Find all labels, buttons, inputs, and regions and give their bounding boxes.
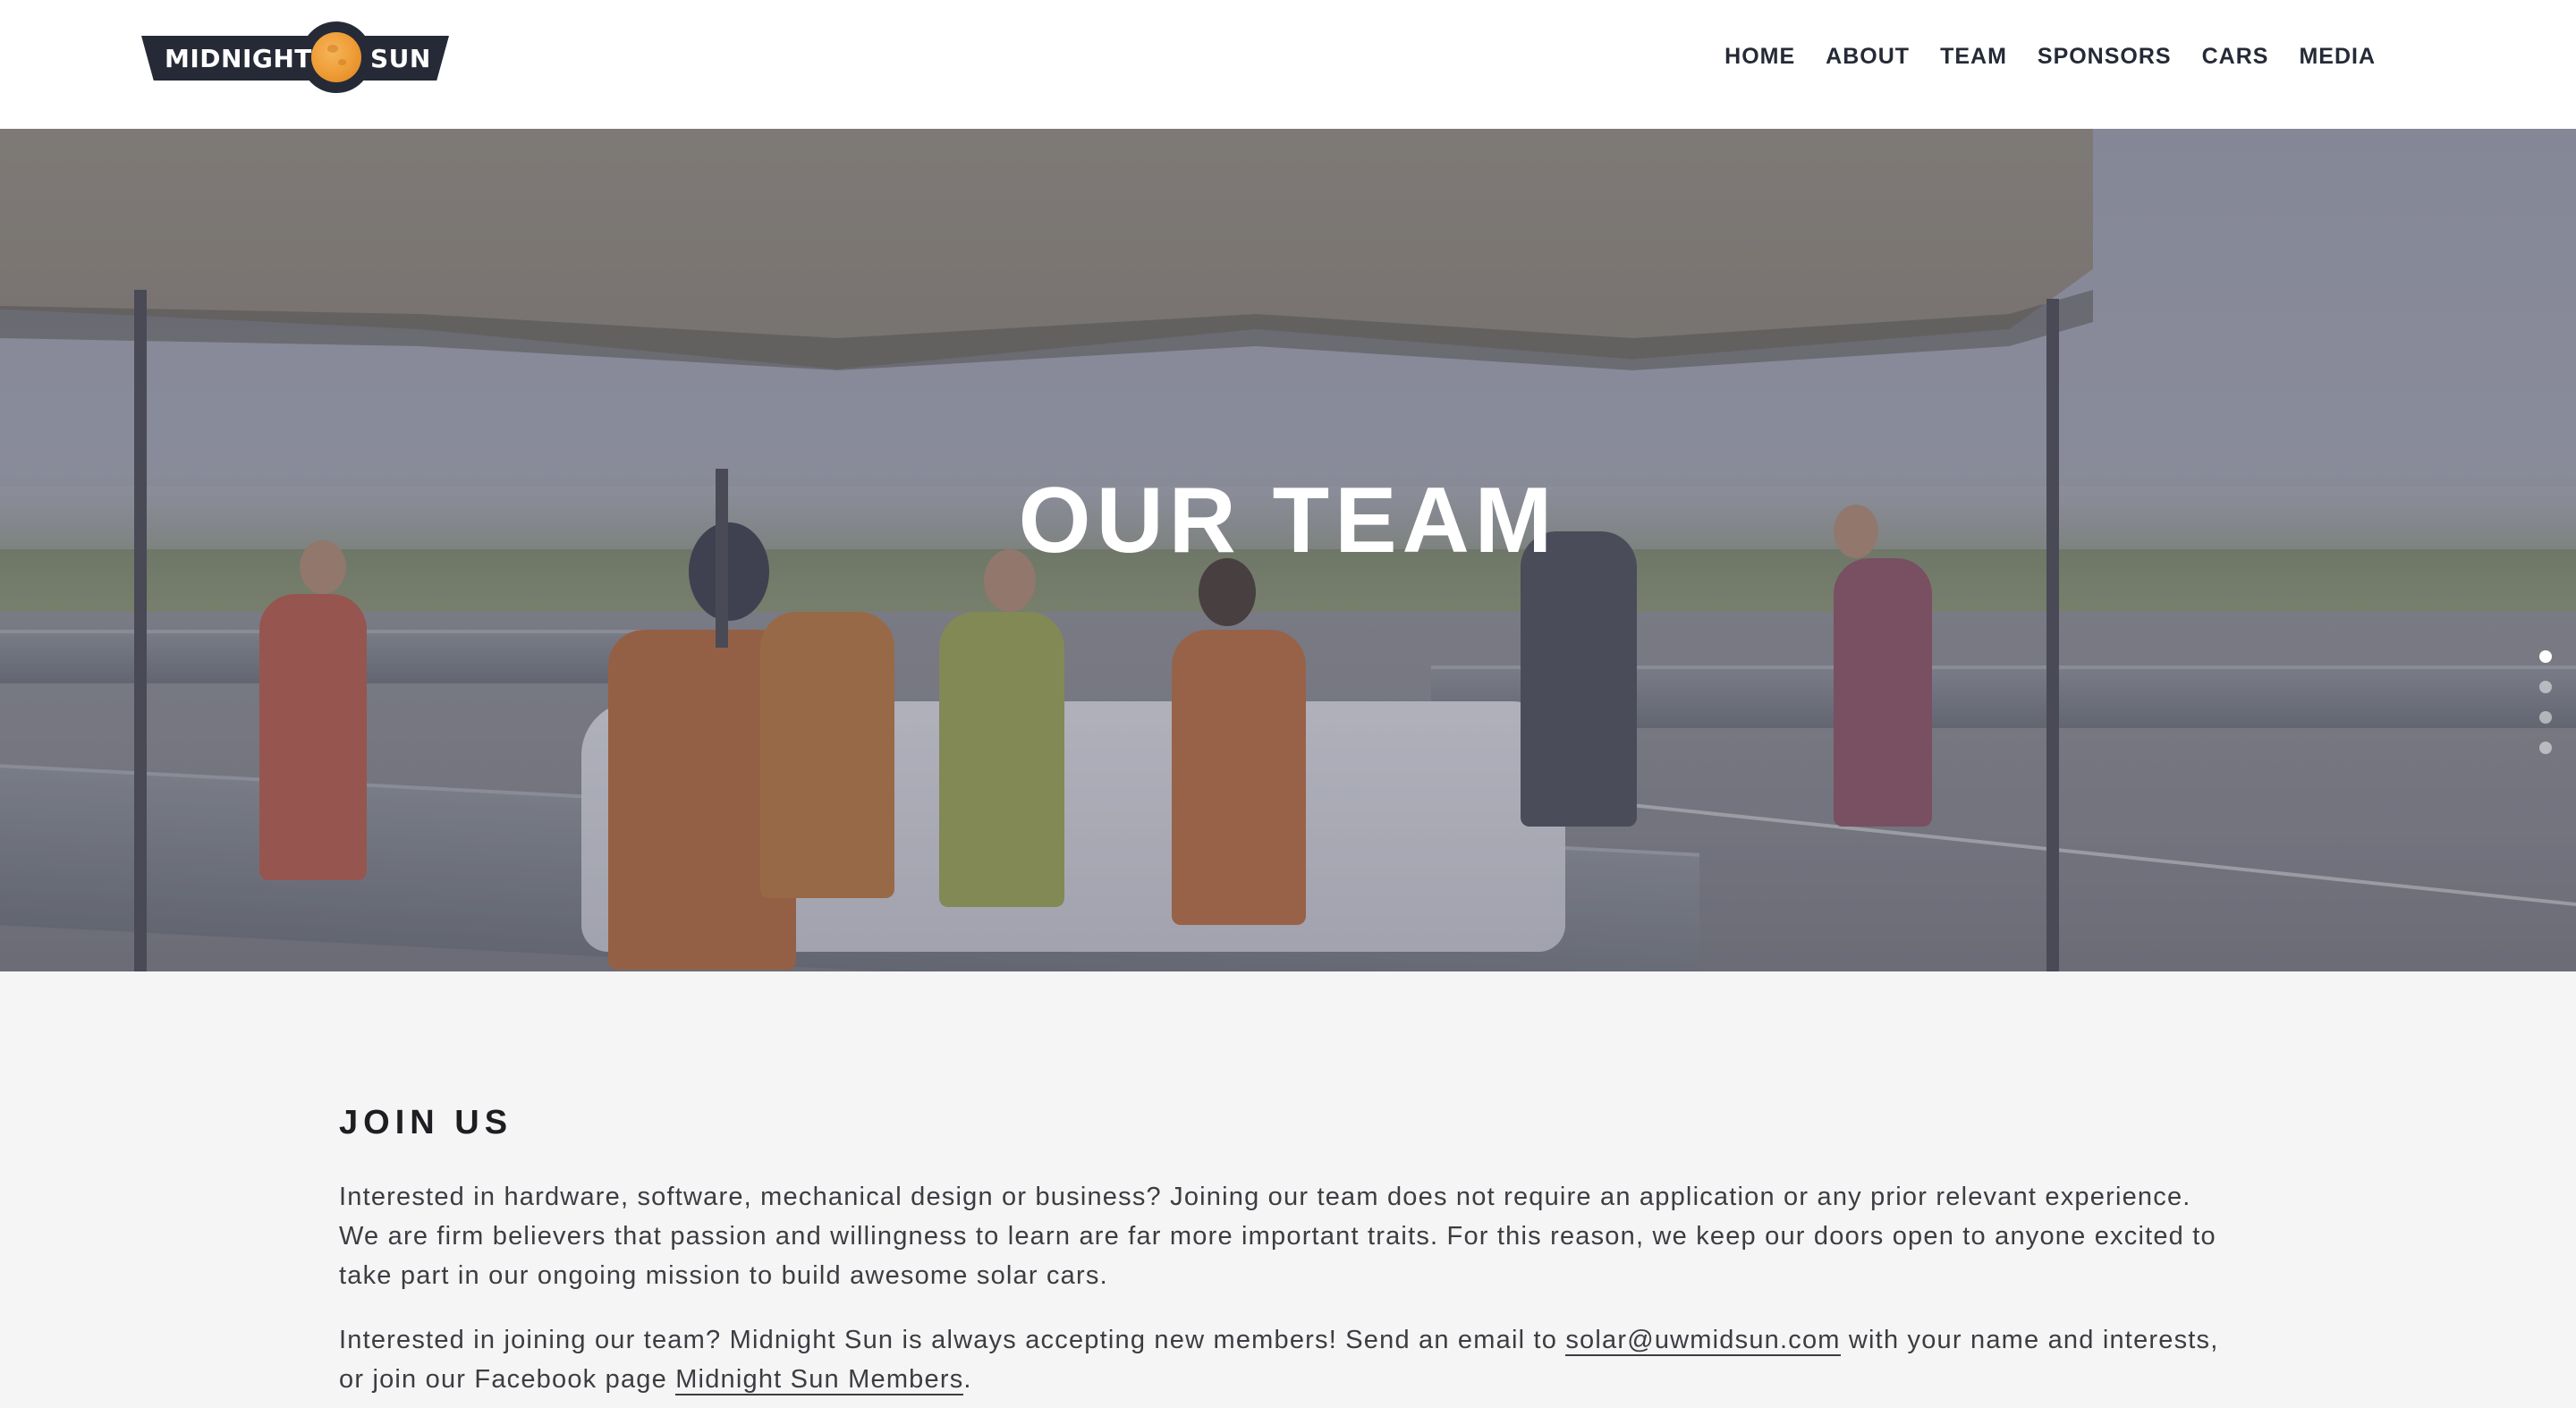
join-us-section: JOIN US Interested in hardware, software… [0,971,2576,1408]
nav-media[interactable]: MEDIA [2299,43,2376,70]
nav-sponsors[interactable]: SPONSORS [2038,43,2172,70]
slider-dot-4[interactable] [2539,742,2552,754]
slider-dot-1[interactable] [2539,650,2552,663]
logo-word-right: SUN [370,44,431,73]
page-title: OUR TEAM [1018,469,1558,573]
site-header: MIDNIGHT SUN HOME ABOUT TEAM SPONSORS CA… [0,0,2576,129]
nav-cars[interactable]: CARS [2202,43,2269,70]
main-nav: HOME ABOUT TEAM SPONSORS CARS MEDIA [1724,43,2376,70]
sun-icon [311,32,361,82]
nav-home[interactable]: HOME [1724,43,1795,70]
facebook-group-link[interactable]: Midnight Sun Members [675,1365,964,1395]
midnight-sun-logo[interactable]: MIDNIGHT SUN [141,21,449,93]
slider-dot-2[interactable] [2539,681,2552,693]
hero-banner: OUR TEAM [0,129,2576,971]
join-paragraph-1: Interested in hardware, software, mechan… [339,1183,2216,1290]
slider-dots [2539,650,2552,754]
nav-about[interactable]: ABOUT [1826,43,1910,70]
join-paragraph-2: Interested in joining our team? Midnight… [339,1320,2226,1399]
logo-word-left: MIDNIGHT [165,44,312,73]
section-heading: JOIN US [339,1104,513,1141]
join-paragraph-2-prefix: Interested in joining our team? Midnight… [339,1326,1566,1354]
email-link[interactable]: solar@uwmidsun.com [1565,1326,1841,1356]
slider-dot-3[interactable] [2539,711,2552,724]
nav-team[interactable]: TEAM [1940,43,2007,70]
join-paragraph-2-suffix: . [963,1365,972,1394]
